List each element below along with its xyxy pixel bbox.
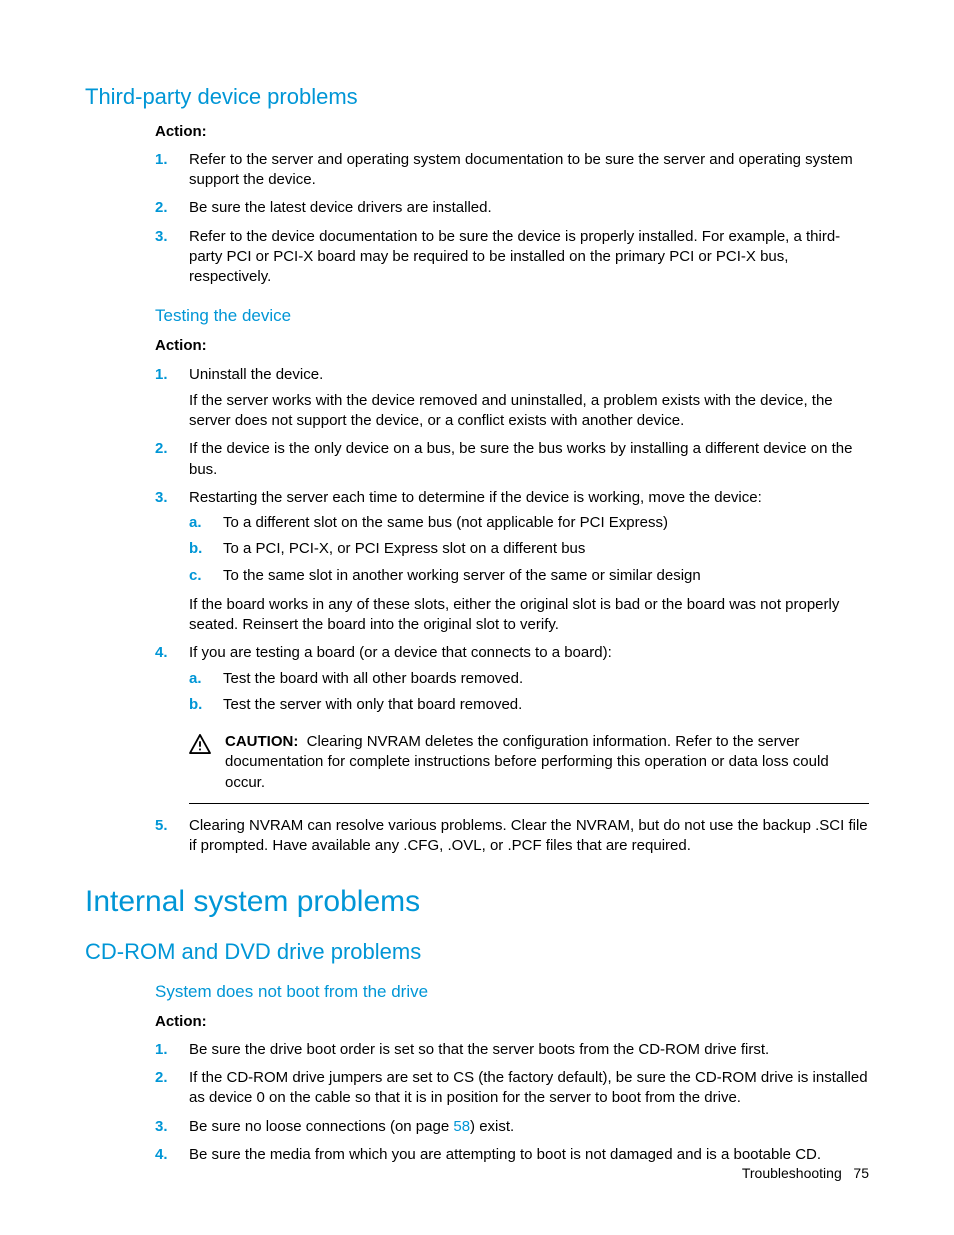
list-item: Clearing NVRAM can resolve various probl…	[155, 812, 869, 861]
step-text: Be sure the media from which you are att…	[189, 1146, 821, 1163]
substep-text: Test the server with only that board rem…	[223, 696, 522, 713]
action-label: Action:	[85, 336, 869, 356]
page-footer: Troubleshooting 75	[742, 1164, 869, 1183]
list-item: Test the board with all other boards rem…	[189, 666, 869, 692]
footer-section: Troubleshooting	[742, 1165, 842, 1181]
caution-label: CAUTION:	[225, 733, 298, 750]
substep-text: To a PCI, PCI-X, or PCI Express slot on …	[223, 540, 585, 557]
step-text: Restarting the server each time to deter…	[189, 489, 762, 506]
substep-text: To a different slot on the same bus (not…	[223, 514, 668, 531]
heading-internal-system: Internal system problems	[85, 882, 869, 923]
list-item: Refer to the device documentation to be …	[155, 223, 869, 292]
list-item: If you are testing a board (or a device …	[155, 639, 869, 812]
list-item: Uninstall the device. If the server work…	[155, 361, 869, 436]
heading-cdrom-dvd: CD-ROM and DVD drive problems	[85, 937, 869, 967]
caution-box: CAUTION: Clearing NVRAM deletes the conf…	[189, 728, 869, 804]
step-text: Be sure the latest device drivers are in…	[189, 199, 492, 216]
footer-page-number: 75	[853, 1165, 869, 1181]
substep-text: To the same slot in another working serv…	[223, 567, 701, 584]
action-text: Action:	[155, 337, 207, 354]
list-item: Restarting the server each time to deter…	[155, 484, 869, 640]
action-text: Action:	[155, 1013, 207, 1030]
list-item: If the CD-ROM drive jumpers are set to C…	[155, 1064, 869, 1113]
page-link-58[interactable]: 58	[453, 1118, 470, 1135]
step-text: Clearing NVRAM can resolve various probl…	[189, 817, 868, 854]
substep-text: Test the board with all other boards rem…	[223, 670, 523, 687]
sub-steps: To a different slot on the same bus (not…	[189, 510, 869, 589]
action-label: Action:	[85, 122, 869, 142]
heading-testing-device: Testing the device	[85, 305, 869, 328]
heading-no-boot: System does not boot from the drive	[85, 981, 869, 1004]
caution-icon	[189, 734, 211, 754]
testing-device-steps: Uninstall the device. If the server work…	[85, 361, 869, 861]
list-item: To the same slot in another working serv…	[189, 563, 869, 589]
action-label: Action:	[85, 1012, 869, 1032]
step-text: If you are testing a board (or a device …	[189, 644, 612, 661]
step-text: Refer to the device documentation to be …	[189, 228, 840, 286]
list-item: If the device is the only device on a bu…	[155, 435, 869, 484]
step-text: Refer to the server and operating system…	[189, 151, 853, 188]
no-boot-steps: Be sure the drive boot order is set so t…	[85, 1036, 869, 1169]
action-text: Action:	[155, 123, 207, 140]
list-item: Refer to the server and operating system…	[155, 146, 869, 195]
list-item: To a PCI, PCI-X, or PCI Express slot on …	[189, 536, 869, 562]
step-text: Be sure the drive boot order is set so t…	[189, 1041, 769, 1058]
list-item: To a different slot on the same bus (not…	[189, 510, 869, 536]
heading-third-party: Third-party device problems	[85, 82, 869, 112]
step-text-pre: Be sure no loose connections (on page	[189, 1118, 453, 1135]
list-item: Be sure the latest device drivers are in…	[155, 194, 869, 222]
step-text: If the device is the only device on a bu…	[189, 440, 852, 477]
list-item: Test the server with only that board rem…	[189, 692, 869, 718]
caution-body: CAUTION: Clearing NVRAM deletes the conf…	[225, 732, 869, 793]
step-text-post: ) exist.	[470, 1118, 514, 1135]
step-text: If the CD-ROM drive jumpers are set to C…	[189, 1069, 868, 1106]
step-followup: If the server works with the device remo…	[189, 391, 869, 432]
list-item: Be sure no loose connections (on page 58…	[155, 1113, 869, 1141]
sub-steps: Test the board with all other boards rem…	[189, 666, 869, 719]
caution-text: Clearing NVRAM deletes the configuration…	[225, 733, 829, 791]
third-party-steps: Refer to the server and operating system…	[85, 146, 869, 292]
step-text: Uninstall the device.	[189, 366, 323, 383]
step-followup: If the board works in any of these slots…	[189, 595, 869, 636]
list-item: Be sure the drive boot order is set so t…	[155, 1036, 869, 1064]
